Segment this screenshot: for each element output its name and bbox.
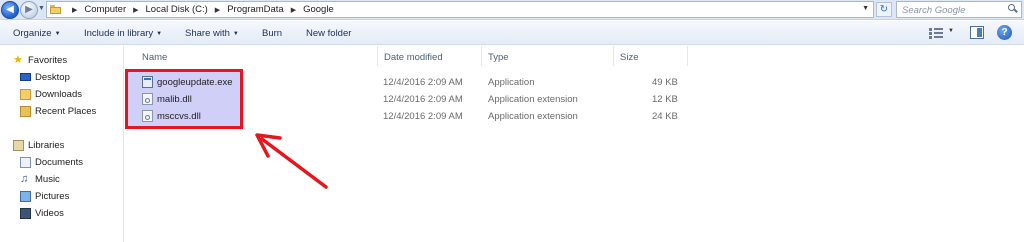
column-divider[interactable] <box>687 46 688 66</box>
path-box[interactable]: ▶ Computer ▶ Local Disk (C:) ▶ ProgramDa… <box>46 1 874 18</box>
organize-button[interactable]: Organize ▼ <box>13 28 61 39</box>
nav-desktop-label: Desktop <box>35 71 70 83</box>
exe-icon <box>142 76 153 88</box>
file-name: googleupdate.exe <box>157 77 233 88</box>
dropdown-arrow-icon: ▼ <box>156 31 163 37</box>
file-date: 12/4/2016 2:09 AM <box>383 111 463 122</box>
libraries-icon <box>13 139 24 151</box>
breadcrumb-programdata[interactable]: ProgramData <box>227 4 284 15</box>
arrow-shaft <box>260 137 328 189</box>
file-size: 49 KB <box>652 77 678 88</box>
file-type: Application <box>488 77 535 88</box>
documents-icon <box>20 156 31 168</box>
column-divider[interactable] <box>481 46 482 66</box>
file-row-malib[interactable]: malib.dll 12/4/2016 2:09 AM Application … <box>124 91 1024 107</box>
file-date: 12/4/2016 2:09 AM <box>383 94 463 105</box>
command-bar: Organize ▼ Include in library ▼ Share with… <box>0 21 1024 45</box>
new-folder-button[interactable]: New folder <box>306 28 351 39</box>
breadcrumb: ▶ Computer ▶ Local Disk (C:) ▶ ProgramDa… <box>65 4 334 15</box>
file-size: 24 KB <box>652 111 678 122</box>
file-type: Application extension <box>488 111 578 122</box>
pictures-icon <box>20 190 31 202</box>
nav-documents[interactable]: Documents <box>20 155 83 169</box>
preview-pane-icon[interactable] <box>970 26 984 39</box>
chevron-right-icon[interactable]: ▶ <box>133 6 138 14</box>
file-type: Application extension <box>488 94 578 105</box>
organize-label: Organize <box>13 28 52 39</box>
nav-pictures[interactable]: Pictures <box>20 189 69 203</box>
nav-downloads[interactable]: Downloads <box>20 87 82 101</box>
chevron-right-icon[interactable]: ▶ <box>215 6 220 14</box>
column-header-name[interactable]: Name <box>142 52 167 63</box>
forward-arrow-icon: ▶ <box>25 4 33 15</box>
nav-downloads-label: Downloads <box>35 88 82 100</box>
desktop-icon <box>20 73 31 81</box>
include-in-library-button[interactable]: Include in library ▼ <box>84 28 162 39</box>
search-input[interactable]: Search Google <box>896 1 1022 18</box>
nav-music[interactable]: ♫ Music <box>20 172 60 186</box>
burn-button[interactable]: Burn <box>262 28 282 39</box>
forward-button[interactable]: ▶ <box>20 1 38 19</box>
dll-icon <box>142 93 153 105</box>
view-options-icon[interactable] <box>929 27 943 39</box>
recent-pages-dropdown[interactable]: ▼ <box>38 5 45 12</box>
column-header-size[interactable]: Size <box>620 52 638 63</box>
search-placeholder: Search Google <box>902 5 966 16</box>
view-options-dropdown[interactable]: ▼ <box>948 28 954 34</box>
nav-libraries-label: Libraries <box>28 139 65 151</box>
folder-icon <box>50 5 61 14</box>
nav-desktop[interactable]: Desktop <box>20 70 70 84</box>
dropdown-arrow-icon: ▼ <box>54 31 61 37</box>
help-icon[interactable]: ? <box>997 25 1012 40</box>
search-icon[interactable] <box>1008 4 1018 14</box>
back-button[interactable]: ◀ <box>1 1 19 19</box>
column-header-date-modified[interactable]: Date modified <box>384 52 443 63</box>
back-arrow-icon: ◀ <box>6 4 14 15</box>
dropdown-arrow-icon: ▼ <box>232 31 239 37</box>
share-with-button[interactable]: Share with ▼ <box>185 28 239 39</box>
nav-libraries[interactable]: Libraries <box>13 138 64 152</box>
music-icon: ♫ <box>20 172 29 185</box>
chevron-right-icon[interactable]: ▶ <box>72 6 77 14</box>
star-icon: ★ <box>13 53 23 66</box>
share-with-label: Share with <box>185 28 230 39</box>
nav-documents-label: Documents <box>35 156 84 168</box>
refresh-icon: ↻ <box>879 4 889 15</box>
nav-favorites-label: Favorites <box>28 54 68 66</box>
navigation-pane: ★ Favorites Desktop Downloads Recent Pla… <box>0 46 124 242</box>
file-size: 12 KB <box>652 94 678 105</box>
nav-music-label: Music <box>35 173 60 185</box>
downloads-icon <box>20 88 31 100</box>
path-history-dropdown[interactable]: ▼ <box>862 5 869 12</box>
breadcrumb-local-disk[interactable]: Local Disk (C:) <box>146 4 208 15</box>
recent-places-icon <box>20 105 31 117</box>
file-row-msccvs[interactable]: msccvs.dll 12/4/2016 2:09 AM Application… <box>124 108 1024 124</box>
nav-recent-places[interactable]: Recent Places <box>20 104 96 118</box>
nav-videos[interactable]: Videos <box>20 206 64 220</box>
dll-icon <box>142 110 153 122</box>
address-bar: ◀ ▶ ▼ ▶ Computer ▶ Local Disk (C:) ▶ Pro… <box>0 0 1024 20</box>
file-name: msccvs.dll <box>157 111 201 122</box>
include-in-library-label: Include in library <box>84 28 154 39</box>
chevron-right-icon[interactable]: ▶ <box>291 6 296 14</box>
nav-pictures-label: Pictures <box>35 190 70 202</box>
breadcrumb-google[interactable]: Google <box>303 4 334 15</box>
arrow-head <box>255 133 282 158</box>
file-date: 12/4/2016 2:09 AM <box>383 77 463 88</box>
column-header-type[interactable]: Type <box>488 52 509 63</box>
refresh-button[interactable]: ↻ <box>876 2 892 17</box>
nav-recent-places-label: Recent Places <box>35 105 97 117</box>
file-row-googleupdate[interactable]: googleupdate.exe 12/4/2016 2:09 AM Appli… <box>124 74 1024 90</box>
file-name: malib.dll <box>157 94 192 105</box>
nav-favorites[interactable]: ★ Favorites <box>13 53 67 67</box>
breadcrumb-computer[interactable]: Computer <box>84 4 126 15</box>
videos-icon <box>20 207 31 219</box>
column-divider[interactable] <box>377 46 378 66</box>
nav-videos-label: Videos <box>35 207 64 219</box>
column-divider[interactable] <box>613 46 614 66</box>
